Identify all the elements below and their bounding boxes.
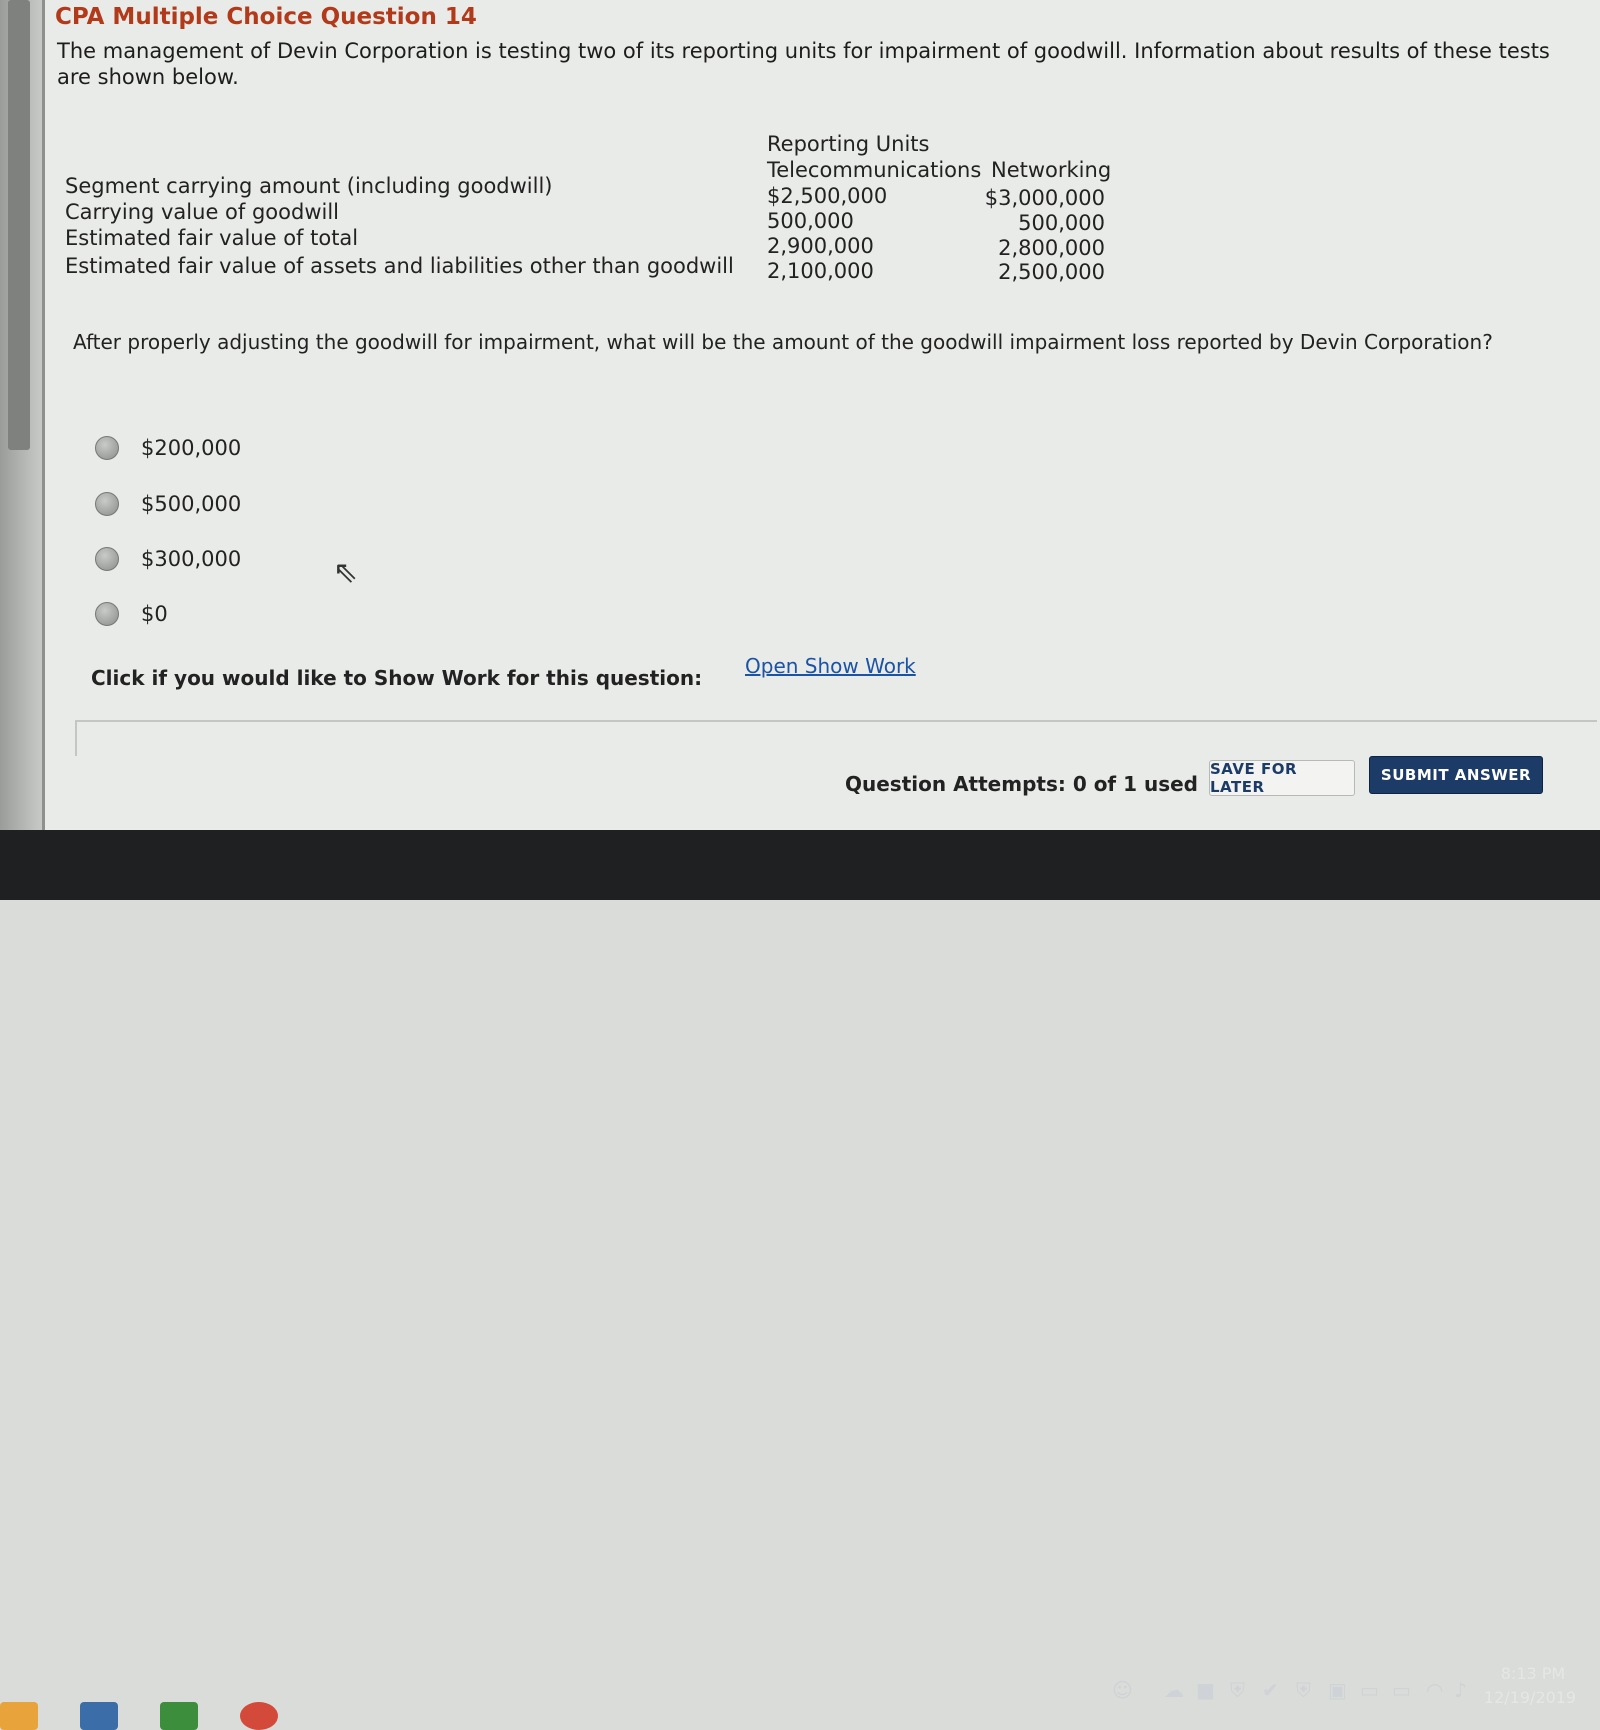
question-page: CPA Multiple Choice Question 14 The mana… xyxy=(42,0,1600,830)
app-icon[interactable] xyxy=(160,1702,198,1730)
row-label-fair-value-other: Estimated fair value of assets and liabi… xyxy=(65,254,734,278)
chrome-icon[interactable] xyxy=(240,1702,278,1730)
radio-button[interactable] xyxy=(95,602,119,626)
column-header-telecommunications: Telecommunications xyxy=(767,158,982,182)
radio-button[interactable] xyxy=(95,436,119,460)
cell-networking-goodwill: 500,000 xyxy=(1018,211,1105,235)
submit-answer-button[interactable]: SUBMIT ANSWER xyxy=(1369,756,1543,794)
open-show-work-link[interactable]: Open Show Work xyxy=(745,654,916,678)
answer-option-3[interactable]: $300,000 xyxy=(95,547,241,571)
app-icon[interactable] xyxy=(80,1702,118,1730)
answer-option-label: $300,000 xyxy=(141,547,242,571)
network-app-icon[interactable]: ▣ xyxy=(1328,1678,1347,1702)
column-header-networking: Networking xyxy=(991,158,1112,182)
clock-date[interactable]: 12/19/2019 xyxy=(1480,1688,1580,1707)
row-label-goodwill: Carrying value of goodwill xyxy=(65,200,339,224)
answer-option-label: $0 xyxy=(141,602,168,626)
windows-taskbar: ☺ ☁ ■ ⛨ ✔ ⛨ ▣ ▭ ▭ ◠ ♪ 8:13 PM 12/19/2019 xyxy=(0,830,1600,1730)
question-prompt: After properly adjusting the goodwill fo… xyxy=(73,330,1493,354)
question-title: CPA Multiple Choice Question 14 xyxy=(55,4,477,30)
question-intro: The management of Devin Corporation is t… xyxy=(57,39,1550,89)
question-attempts: Question Attempts: 0 of 1 used xyxy=(845,772,1198,796)
answer-option-label: $500,000 xyxy=(141,492,242,516)
start-menu-icon[interactable] xyxy=(0,1702,38,1730)
cloud-icon[interactable]: ☁ xyxy=(1164,1678,1184,1702)
cell-telecom-fair-value: 2,900,000 xyxy=(767,234,874,258)
reporting-units-header: Reporting Units xyxy=(767,132,930,156)
cell-networking-fair-value: 2,800,000 xyxy=(998,236,1105,260)
answer-option-2[interactable]: $500,000 xyxy=(95,492,241,516)
display-icon[interactable]: ▭ xyxy=(1360,1678,1379,1702)
answer-option-1[interactable]: $200,000 xyxy=(95,436,241,460)
answer-option-4[interactable]: $0 xyxy=(95,602,168,626)
shield-icon[interactable]: ⛨ xyxy=(1296,1678,1311,1702)
wifi-icon[interactable]: ◠ xyxy=(1426,1678,1443,1702)
volume-icon[interactable]: ♪ xyxy=(1454,1678,1467,1702)
cell-networking-segment: $3,000,000 xyxy=(984,186,1105,210)
row-label-fair-value-total: Estimated fair value of total xyxy=(65,226,359,250)
mouse-pointer-icon: ⇖ xyxy=(333,555,359,590)
scrollbar-thumb[interactable] xyxy=(8,0,30,450)
battery-icon[interactable]: ▭ xyxy=(1392,1678,1411,1702)
app-tray-icon[interactable]: ■ xyxy=(1196,1678,1215,1702)
clock-time[interactable]: 8:13 PM xyxy=(1488,1664,1578,1683)
show-work-label: Click if you would like to Show Work for… xyxy=(91,666,703,690)
people-icon[interactable]: ☺ xyxy=(1112,1678,1133,1702)
row-label-segment-carrying: Segment carrying amount (including goodw… xyxy=(65,174,553,198)
security-icon[interactable]: ⛨ xyxy=(1230,1678,1245,1702)
antivirus-icon[interactable]: ✔ xyxy=(1262,1678,1279,1702)
cell-networking-other: 2,500,000 xyxy=(998,260,1105,284)
cell-telecom-goodwill: 500,000 xyxy=(767,209,854,233)
question-panel-border xyxy=(75,720,1597,756)
answer-option-label: $200,000 xyxy=(141,436,242,460)
radio-button[interactable] xyxy=(95,547,119,571)
cell-telecom-segment: $2,500,000 xyxy=(767,184,888,208)
radio-button[interactable] xyxy=(95,492,119,516)
cell-telecom-other: 2,100,000 xyxy=(767,259,874,283)
save-for-later-button[interactable]: SAVE FOR LATER xyxy=(1209,760,1355,796)
